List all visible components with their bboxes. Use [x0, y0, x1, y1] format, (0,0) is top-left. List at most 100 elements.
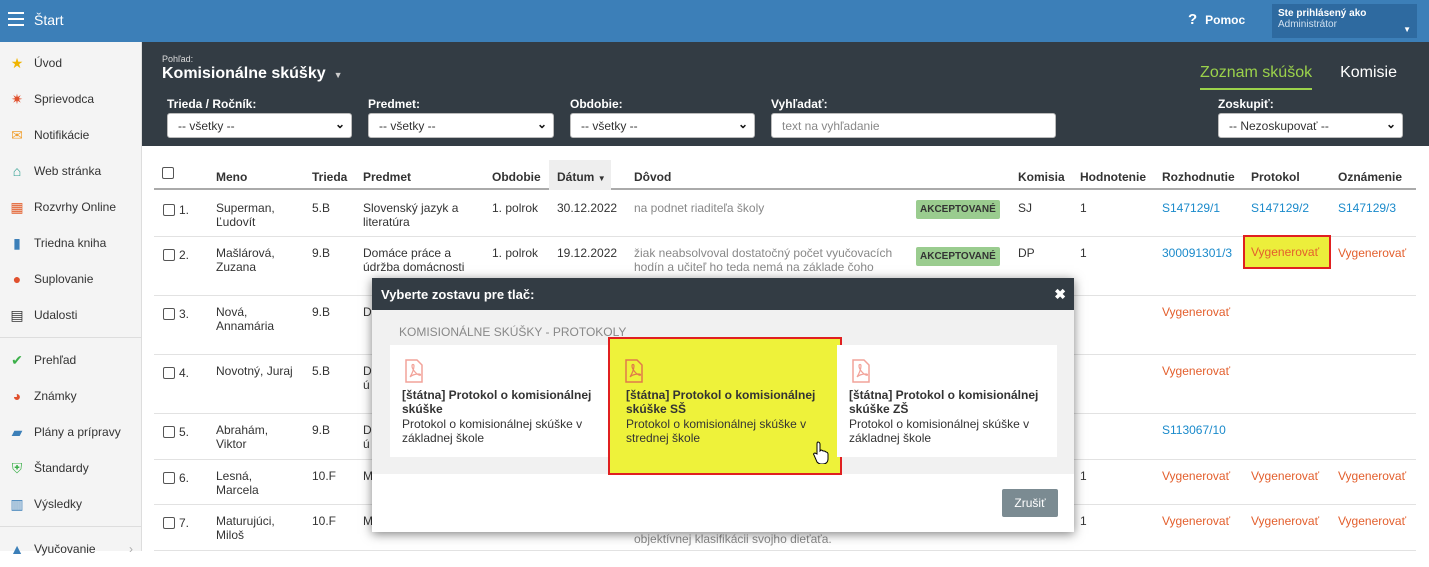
search-input[interactable]: text na vyhľadanie — [771, 113, 1056, 138]
sidebar-item-triedna-kniha[interactable]: ▮ Triedna kniha — [0, 225, 141, 261]
row-checkbox[interactable] — [163, 249, 175, 261]
group-select[interactable]: -- Nezoskupovať -- ⌄ — [1218, 113, 1403, 138]
col-committee[interactable]: Komisia — [1018, 170, 1065, 184]
sidebar-item-vysledky[interactable]: ▥ Výsledky — [0, 486, 141, 522]
page-header: Pohľad: Komisionálne skúšky ▼ Zoznam skúš… — [142, 42, 1429, 146]
sidebar: ★ Úvod ✷ Sprievodca ✉ Notifikácie ⌂ Web strá… — [0, 42, 142, 557]
col-period[interactable]: Obdobie — [492, 170, 541, 184]
period-filter-label: Obdobie: — [570, 97, 623, 111]
bar-chart-icon: ▥ — [10, 495, 24, 512]
report-card-protocol-zs-2[interactable]: [štátna] Protokol o komisionálnej skúške… — [837, 345, 1057, 457]
row-number: 6. — [179, 471, 190, 485]
tab-zoznam-skusok[interactable]: Zoznam skúšok — [1200, 64, 1313, 90]
check-circle-icon: ✔ — [11, 351, 23, 368]
start-title[interactable]: Štart — [34, 12, 64, 28]
protocol-generate-link[interactable]: Vygenerovať — [1251, 469, 1319, 483]
select-all-checkbox[interactable] — [162, 167, 174, 179]
notice-link[interactable]: S147129/3 — [1338, 201, 1396, 215]
decision-generate-link[interactable]: Vygenerovať — [1162, 514, 1230, 528]
close-icon[interactable]: ✖ — [1054, 286, 1066, 303]
chevron-down-icon: ⌄ — [1385, 117, 1396, 131]
report-card-protocol-zs[interactable]: [štátna] Protokol o komisionálnej skúške… — [390, 345, 610, 457]
sidebar-item-udalosti[interactable]: ▤ Udalosti — [0, 297, 141, 333]
section-title: KOMISIONÁLNE SKÚŠKY - PROTOKOLY — [399, 325, 627, 339]
decision-link[interactable]: 300091301/3 — [1162, 246, 1232, 260]
tabs: Zoznam skúšok Komisie — [1200, 64, 1397, 90]
decision-generate-link[interactable]: Vygenerovať — [1162, 364, 1230, 378]
col-date[interactable]: Dátum ▼ — [557, 170, 606, 184]
pdf-icon — [852, 359, 870, 383]
sidebar-item-znamky[interactable]: ◕ Známky — [0, 378, 141, 414]
sidebar-item-standardy[interactable]: ⛨ Štandardy — [0, 450, 141, 486]
student-name: Maturujúci, Miloš — [216, 514, 275, 542]
sidebar-item-rozvrhy-online[interactable]: ▦ Rozvrhy Online — [0, 189, 141, 225]
user-menu[interactable]: Ste prihlásený ako Administrátor ▼ — [1272, 4, 1417, 38]
view-selector[interactable]: Komisionálne skúšky ▼ — [162, 65, 343, 83]
report-card-protocol-ss[interactable]: [štátna] Protokol o komisionálnej skúške… — [608, 337, 842, 475]
hamburger-menu-icon[interactable] — [8, 12, 24, 26]
student-name: Superman, Ľudovít — [216, 201, 275, 229]
protocol-link[interactable]: S147129/2 — [1251, 201, 1309, 215]
sidebar-item-sprievodca[interactable]: ✷ Sprievodca — [0, 81, 141, 117]
sidebar-item-vyucovanie[interactable]: ▲ Vyučovanie › — [0, 531, 141, 567]
decision-generate-link[interactable]: Vygenerovať — [1162, 469, 1230, 483]
student-class: 9.B — [312, 305, 331, 319]
subject-filter-select[interactable]: -- všetky -- ⌄ — [368, 113, 554, 138]
col-subject[interactable]: Predmet — [363, 170, 411, 184]
period-filter-select[interactable]: -- všetky -- ⌄ — [570, 113, 755, 138]
sidebar-item-uvod[interactable]: ★ Úvod — [0, 45, 141, 81]
shield-check-icon: ⛨ — [11, 459, 23, 476]
col-decision[interactable]: Rozhodnutie — [1162, 170, 1235, 184]
user-icon: ● — [12, 271, 22, 287]
col-reason[interactable]: Dôvod — [634, 170, 671, 184]
col-protocol[interactable]: Protokol — [1251, 170, 1300, 184]
sidebar-item-prehlad[interactable]: ✔ Prehľad — [0, 342, 141, 378]
hand-pointer-cursor-icon — [813, 441, 829, 464]
report-description: Protokol o komisionálnej skúške v základ… — [402, 417, 583, 445]
row-checkbox[interactable] — [163, 308, 175, 320]
dialog-body: KOMISIONÁLNE SKÚŠKY - PROTOKOLY [štátna]… — [372, 310, 1074, 475]
protocol-generate-link[interactable]: Vygenerovať — [1243, 235, 1331, 269]
row-checkbox[interactable] — [163, 426, 175, 438]
class-filter-select[interactable]: -- všetky -- ⌄ — [167, 113, 352, 138]
cancel-button[interactable]: Zrušiť — [1002, 489, 1058, 517]
subject-filter-label: Predmet: — [368, 97, 421, 111]
sidebar-item-plany-a-pripravy[interactable]: ▰ Plány a prípravy — [0, 414, 141, 450]
sidebar-item-suplovanie[interactable]: ● Suplovanie — [0, 261, 141, 297]
row-number: 7. — [179, 516, 190, 530]
school-icon: ▲ — [10, 541, 24, 557]
chevron-right-icon: › — [129, 542, 133, 556]
tab-komisie[interactable]: Komisie — [1340, 64, 1397, 90]
sidebar-item-notifikacie[interactable]: ✉ Notifikácie — [0, 117, 141, 153]
grade: 1 — [1080, 514, 1087, 528]
student-class: 5.B — [312, 201, 331, 215]
sidebar-item-web-stranka[interactable]: ⌂ Web stránka — [0, 153, 141, 189]
row-checkbox[interactable] — [163, 204, 175, 216]
row-checkbox[interactable] — [163, 517, 175, 529]
chevron-down-icon: ⌄ — [334, 117, 345, 131]
notice-generate-link[interactable]: Vygenerovať — [1338, 514, 1406, 528]
help-link[interactable]: ? Pomoc — [1188, 11, 1245, 28]
col-name[interactable]: Meno — [216, 170, 247, 184]
col-class[interactable]: Trieda — [312, 170, 347, 184]
calendar-icon: ▤ — [10, 306, 24, 323]
student-class: 9.B — [312, 246, 331, 260]
reason: na podnet riaditeľa školy — [634, 201, 765, 215]
protocol-generate-link[interactable]: Vygenerovať — [1251, 514, 1319, 528]
row-number: 3. — [179, 307, 190, 321]
decision-link[interactable]: S147129/1 — [1162, 201, 1220, 215]
decision-link[interactable]: S113067/10 — [1162, 423, 1226, 437]
col-notice[interactable]: Oznámenie — [1338, 170, 1402, 184]
row-checkbox[interactable] — [163, 367, 175, 379]
row-number: 2. — [179, 248, 190, 262]
notice-generate-link[interactable]: Vygenerovať — [1338, 246, 1406, 260]
caret-down-icon: ▼ — [333, 70, 343, 80]
row-checkbox[interactable] — [163, 472, 175, 484]
chevron-down-icon: ⌄ — [737, 117, 748, 131]
decision-generate-link[interactable]: Vygenerovať — [1162, 305, 1230, 319]
student-name: Mašlárová, Zuzana — [216, 246, 275, 274]
chart-circle-icon: ◕ — [12, 388, 22, 404]
col-grade[interactable]: Hodnotenie — [1080, 170, 1146, 184]
notice-generate-link[interactable]: Vygenerovať — [1338, 469, 1406, 483]
grade: 1 — [1080, 469, 1087, 483]
